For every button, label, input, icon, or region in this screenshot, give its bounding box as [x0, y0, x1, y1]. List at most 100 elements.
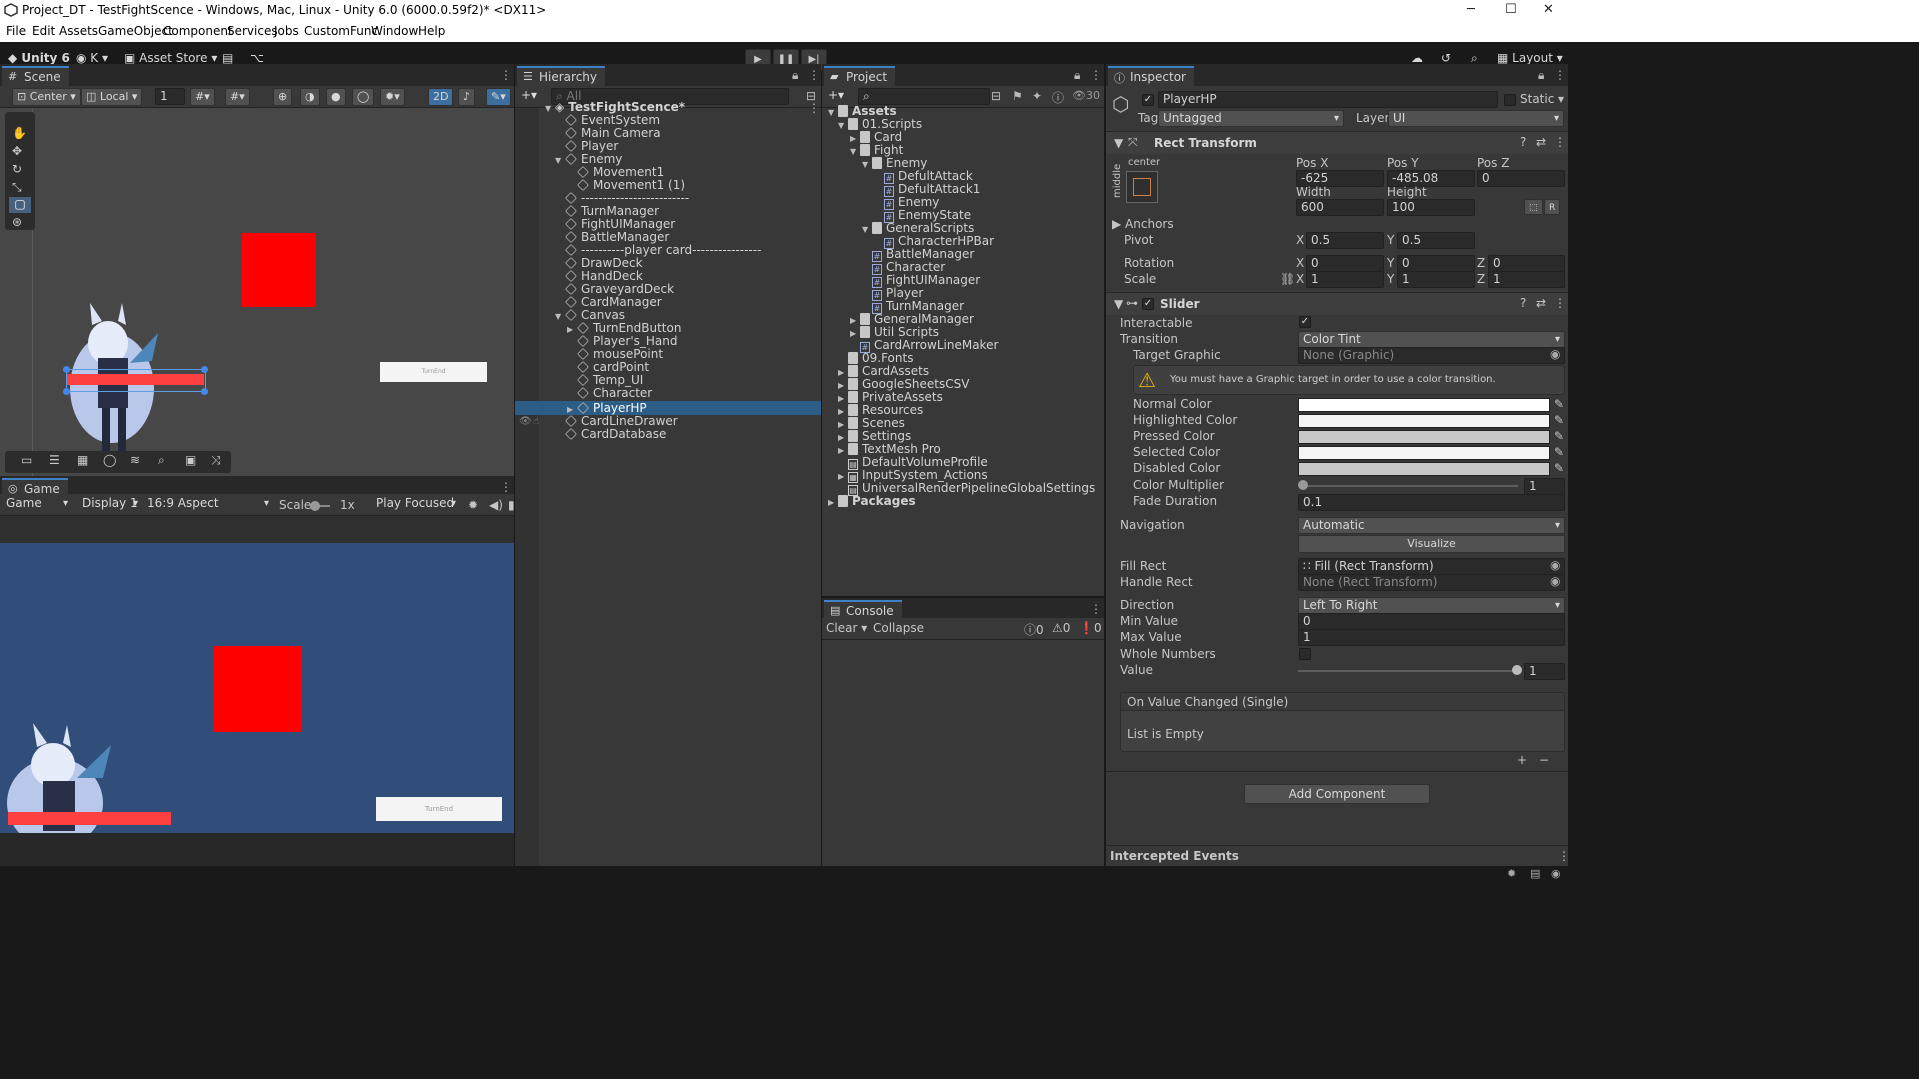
- gizmos-toggle-icon[interactable]: ▮: [508, 498, 515, 512]
- expand-arrow-icon[interactable]: ▶: [838, 469, 848, 485]
- snap-icon[interactable]: #▾: [225, 88, 250, 106]
- overlay-camera-icon[interactable]: ▣: [185, 453, 196, 467]
- overlay-grid-icon[interactable]: ▦: [77, 453, 88, 467]
- inspector-lock-icon[interactable]: 🔒︎: [1538, 68, 1544, 83]
- eyedropper-icon[interactable]: ✎: [1554, 429, 1564, 443]
- static-dropdown-icon[interactable]: ▾: [1558, 92, 1564, 106]
- disabled-color-swatch[interactable]: [1298, 462, 1550, 476]
- hierarchy-lock-icon[interactable]: 🔒︎: [792, 68, 798, 83]
- posz-field[interactable]: 0: [1477, 170, 1565, 187]
- overlay-circle-icon[interactable]: ◯: [103, 453, 116, 467]
- console-log-count[interactable]: ⓘ0: [1024, 621, 1044, 638]
- audio-toggle-icon[interactable]: ♪: [458, 88, 476, 106]
- account-button[interactable]: ◉ K ▾: [76, 51, 108, 65]
- pivot-dropdown[interactable]: ⊡ Center ▾: [12, 88, 81, 106]
- mute-icon[interactable]: ◀): [489, 498, 503, 512]
- eyedropper-icon[interactable]: ✎: [1554, 413, 1564, 427]
- expand-arrow-icon[interactable]: ▼: [555, 309, 565, 325]
- presets-icon[interactable]: ⇄: [1536, 296, 1546, 310]
- menu-jobs[interactable]: Jobs: [274, 24, 299, 38]
- pressed-color-swatch[interactable]: [1298, 430, 1550, 444]
- collapse-arrow-icon[interactable]: ▼: [1114, 136, 1123, 150]
- scale-z-field[interactable]: 1: [1488, 271, 1565, 288]
- target-graphic-field[interactable]: None (Graphic): [1298, 347, 1565, 364]
- console-menu-icon[interactable]: ⋮: [1090, 602, 1102, 616]
- eyedropper-icon[interactable]: ✎: [1554, 397, 1564, 411]
- rotate-tool-icon[interactable]: ↻: [12, 162, 22, 176]
- value-slider-track[interactable]: [1298, 670, 1518, 672]
- navigation-dropdown[interactable]: Automatic: [1298, 517, 1565, 534]
- space-dropdown[interactable]: ◫ Local ▾: [81, 88, 143, 106]
- event-remove-button[interactable]: −: [1539, 753, 1549, 767]
- stats-icon[interactable]: ✹: [468, 498, 478, 512]
- blueprint-mode-icon[interactable]: ⬚: [1524, 199, 1543, 215]
- grid-snap-field[interactable]: 1: [155, 88, 185, 105]
- transition-dropdown[interactable]: Color Tint: [1298, 331, 1565, 348]
- overlay-shuffle-icon[interactable]: ⤨: [211, 453, 221, 468]
- scale-tool-icon[interactable]: ⤡: [12, 180, 22, 195]
- selected-color-swatch[interactable]: [1298, 446, 1550, 460]
- expand-arrow-icon[interactable]: ▼: [838, 118, 848, 134]
- highlighted-color-swatch[interactable]: [1298, 414, 1550, 428]
- menu-customfunc[interactable]: CustomFunc: [304, 24, 378, 38]
- tab-inspector[interactable]: ⓘ Inspector: [1108, 66, 1194, 86]
- collab-icon[interactable]: ▤: [222, 51, 233, 65]
- slider-enabled-checkbox[interactable]: ✓: [1142, 298, 1154, 310]
- whole-numbers-checkbox[interactable]: [1299, 648, 1311, 660]
- presets-icon[interactable]: ⇄: [1536, 135, 1546, 149]
- menu-gameobject[interactable]: GameObject: [98, 24, 173, 38]
- hierarchy-add-button[interactable]: +▾: [521, 88, 537, 102]
- menu-component[interactable]: Component: [163, 24, 233, 38]
- search-by-type-icon[interactable]: ⊟: [991, 89, 1001, 103]
- scale-x-field[interactable]: 1: [1306, 271, 1384, 288]
- expand-arrow-icon[interactable]: ▼: [555, 153, 565, 169]
- object-name-field[interactable]: PlayerHP: [1158, 91, 1498, 108]
- height-field[interactable]: 100: [1387, 199, 1475, 216]
- hierarchy-item-carddatabase[interactable]: CardDatabase: [565, 426, 666, 442]
- transform-tool-icon[interactable]: ⊛: [12, 215, 22, 229]
- menu-help[interactable]: Help: [418, 24, 445, 38]
- active-checkbox[interactable]: ✓: [1142, 94, 1154, 106]
- unity-version-button[interactable]: ◆ Unity 6: [8, 51, 70, 65]
- game-viewport[interactable]: TurnEnd: [0, 543, 514, 833]
- layout-dropdown[interactable]: ▦ Layout ▾: [1497, 51, 1563, 65]
- rot-z-field[interactable]: 0: [1488, 255, 1565, 272]
- sphere-icon[interactable]: ●: [326, 88, 346, 106]
- help-icon[interactable]: ?: [1520, 296, 1526, 310]
- rect-handle-bl[interactable]: [63, 388, 70, 395]
- max-value-field[interactable]: 1: [1298, 629, 1565, 646]
- expand-arrow-icon[interactable]: ▶: [850, 326, 860, 342]
- debug-icon[interactable]: ✹: [1507, 867, 1516, 880]
- inspector-menu-icon[interactable]: ⋮: [1554, 68, 1566, 82]
- object-picker-icon[interactable]: ◉: [1550, 574, 1560, 588]
- aspect-dropdown[interactable]: 16:9 Aspect: [143, 496, 273, 513]
- eyedropper-icon[interactable]: ✎: [1554, 445, 1564, 459]
- normal-color-swatch[interactable]: [1298, 398, 1550, 412]
- anchor-presets-button[interactable]: [1126, 171, 1158, 203]
- history-icon[interactable]: ↺: [1441, 51, 1451, 65]
- rot-y-field[interactable]: 0: [1397, 255, 1475, 272]
- object-picker-icon[interactable]: ◉: [1550, 347, 1560, 361]
- info-icon[interactable]: ⓘ: [1052, 89, 1064, 106]
- rect-handle-br[interactable]: [201, 388, 208, 395]
- project-menu-icon[interactable]: ⋮: [1090, 68, 1102, 82]
- maximize-button[interactable]: ☐: [1505, 2, 1517, 17]
- event-add-button[interactable]: +: [1517, 753, 1527, 767]
- min-value-field[interactable]: 0: [1298, 613, 1565, 630]
- visualize-button[interactable]: Visualize: [1298, 535, 1565, 553]
- tab-project[interactable]: ▰ Project: [824, 66, 896, 86]
- project-add-button[interactable]: +▾: [828, 88, 844, 102]
- grid-icon[interactable]: #▾: [190, 88, 215, 106]
- menu-services[interactable]: Services: [227, 24, 278, 38]
- console-warning-count[interactable]: ⚠0: [1052, 621, 1070, 635]
- scene-root-menu-icon[interactable]: ⋮: [808, 101, 820, 115]
- menu-file[interactable]: File: [6, 24, 26, 38]
- rect-handle-tl[interactable]: [63, 366, 70, 373]
- status-check-icon[interactable]: ◉: [1551, 867, 1561, 880]
- hierarchy-menu-icon[interactable]: ⋮: [808, 68, 820, 82]
- visibility-eye-icon[interactable]: 👁︎: [519, 416, 532, 427]
- menu-window[interactable]: Window: [371, 24, 418, 38]
- tag-dropdown[interactable]: Untagged: [1158, 110, 1344, 127]
- red-square[interactable]: [242, 233, 316, 307]
- project-packages-root[interactable]: ▶ Packages: [828, 493, 916, 509]
